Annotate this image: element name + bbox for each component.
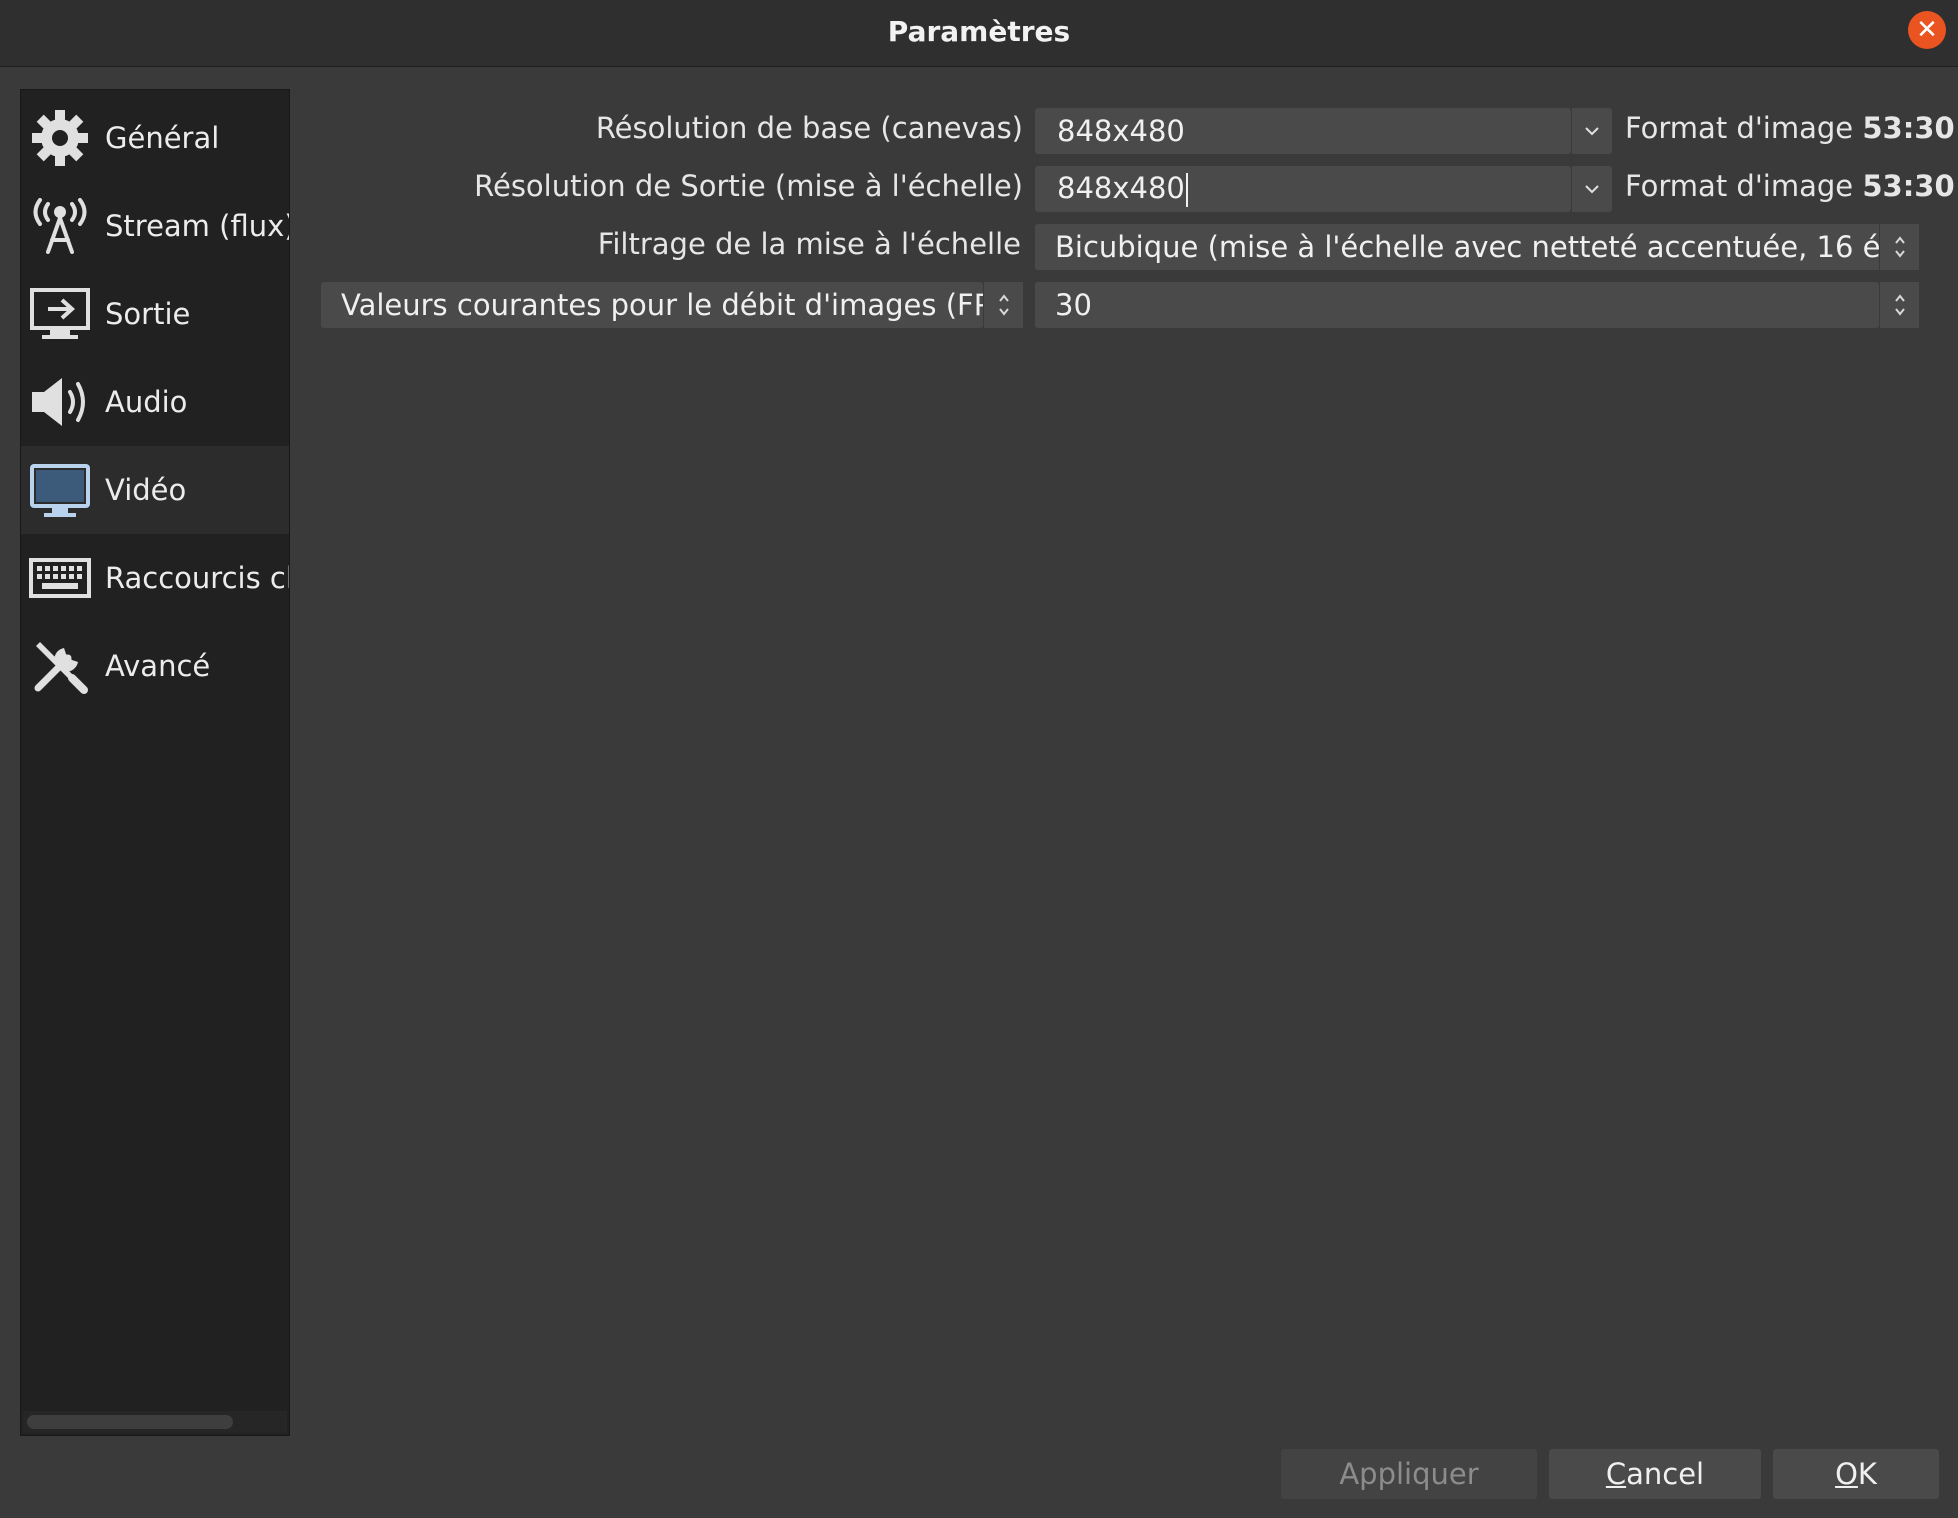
mnemonic-letter: C xyxy=(1605,1457,1627,1491)
sidebar-item-hotkeys[interactable]: Raccourcis cla xyxy=(21,534,289,622)
aspect-ratio-prefix: Format d'image xyxy=(1625,169,1854,203)
chevron-down-icon xyxy=(1585,185,1599,194)
downscale-filter-spinner[interactable] xyxy=(1879,224,1919,270)
sidebar-horizontal-scrollbar[interactable] xyxy=(23,1411,287,1433)
speaker-icon xyxy=(27,369,93,435)
monitor-icon xyxy=(27,457,93,523)
chevron-down-icon xyxy=(1585,127,1599,136)
base-aspect-ratio: Format d'image 53:30 xyxy=(1625,111,1955,145)
sidebar-item-label: Sortie xyxy=(105,297,191,331)
aspect-ratio-prefix: Format d'image xyxy=(1625,111,1854,145)
tools-icon xyxy=(27,633,93,699)
sidebar-item-output[interactable]: Sortie xyxy=(21,270,289,358)
apply-button[interactable]: Appliquer xyxy=(1281,1449,1537,1499)
fps-value-select[interactable]: 30 xyxy=(1035,282,1879,328)
output-icon xyxy=(27,281,93,347)
downscale-filter-select[interactable]: Bicubique (mise à l'échelle avec netteté… xyxy=(1035,224,1919,270)
sidebar-item-general[interactable]: Général xyxy=(21,94,289,182)
base-resolution-dropdown-button[interactable] xyxy=(1571,108,1612,154)
downscale-filter-value: Bicubique (mise à l'échelle avec netteté… xyxy=(1055,230,1919,264)
sidebar-item-label: Avancé xyxy=(105,649,211,683)
fps-value: 30 xyxy=(1055,288,1092,322)
aspect-ratio-value: 53:30 xyxy=(1862,169,1955,203)
keyboard-icon xyxy=(27,545,93,611)
output-resolution-value: 848x480 xyxy=(1035,171,1571,207)
base-resolution-value: 848x480 xyxy=(1057,114,1185,148)
aspect-ratio-value: 53:30 xyxy=(1862,111,1955,145)
output-resolution-label: Résolution de Sortie (mise à l'échelle) xyxy=(474,169,1023,203)
title-bar: Paramètres ✕ xyxy=(0,0,1958,67)
close-icon[interactable]: ✕ xyxy=(1908,11,1946,49)
output-aspect-ratio: Format d'image 53:30 xyxy=(1625,169,1955,203)
button-label-rest: ancel xyxy=(1626,1457,1705,1491)
sidebar-item-label: Vidéo xyxy=(105,473,187,507)
gear-icon xyxy=(27,105,93,171)
antenna-icon xyxy=(27,193,93,259)
scrollbar-thumb[interactable] xyxy=(27,1415,233,1429)
sidebar-item-label: Général xyxy=(105,121,220,155)
up-down-arrows-icon xyxy=(998,294,1009,316)
output-resolution-combo[interactable]: 848x480 xyxy=(1035,166,1571,212)
sidebar-item-label: Raccourcis cla xyxy=(105,561,289,595)
sidebar-item-video[interactable]: Vidéo xyxy=(21,446,289,534)
fps-type-value: Valeurs courantes pour le débit d'images… xyxy=(341,288,983,322)
fps-type-select[interactable]: Valeurs courantes pour le débit d'images… xyxy=(321,282,983,328)
sidebar-item-stream[interactable]: Stream (flux) xyxy=(21,182,289,270)
sidebar-item-label: Audio xyxy=(105,385,188,419)
text-cursor xyxy=(1185,173,1188,207)
button-label-rest: K xyxy=(1857,1457,1877,1491)
cancel-button[interactable]: Cancel xyxy=(1549,1449,1761,1499)
sidebar-item-label: Stream (flux) xyxy=(105,209,290,243)
sidebar-item-advanced[interactable]: Avancé xyxy=(21,622,289,710)
settings-sidebar: Général Stream (flux) Sortie Audio Vidéo… xyxy=(20,89,290,1436)
output-resolution-text: 848x480 xyxy=(1057,171,1185,205)
base-resolution-combo[interactable]: 848x480 xyxy=(1035,108,1571,154)
fps-type-spinner[interactable] xyxy=(983,282,1023,328)
up-down-arrows-icon xyxy=(1894,236,1905,258)
window-title: Paramètres xyxy=(887,15,1071,48)
ok-button[interactable]: OK xyxy=(1773,1449,1939,1499)
base-resolution-label: Résolution de base (canevas) xyxy=(595,111,1023,145)
mnemonic-letter: O xyxy=(1835,1457,1858,1491)
output-resolution-dropdown-button[interactable] xyxy=(1571,166,1612,212)
up-down-arrows-icon xyxy=(1894,294,1905,316)
sidebar-item-audio[interactable]: Audio xyxy=(21,358,289,446)
downscale-filter-label: Filtrage de la mise à l'échelle xyxy=(597,227,1021,261)
fps-value-spinner[interactable] xyxy=(1879,282,1919,328)
